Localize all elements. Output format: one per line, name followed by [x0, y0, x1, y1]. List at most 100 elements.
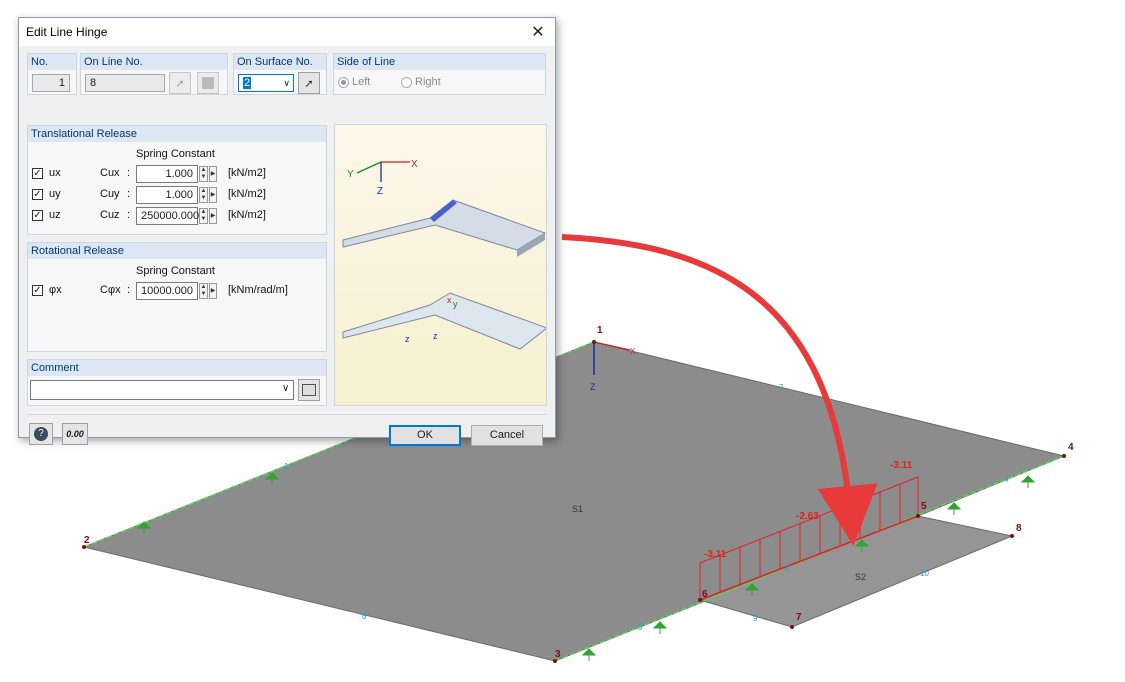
- fig-label-local-y: y: [453, 299, 458, 309]
- no-group: No. 1: [27, 53, 77, 95]
- fig-label-local-z2: z: [433, 331, 438, 341]
- surface-label-s2: S2: [855, 572, 866, 582]
- ux-checkbox[interactable]: ✓: [32, 168, 43, 179]
- cuy-spinner[interactable]: ▲ ▼: [199, 187, 208, 203]
- on-line-field[interactable]: 8: [85, 74, 165, 92]
- cuz-unit: [kN/m2]: [228, 209, 266, 221]
- hinge-value-left: -3.11: [704, 549, 727, 560]
- hinge-illustration: X Y Z x y z z: [334, 124, 549, 406]
- colon-label: :: [127, 209, 131, 221]
- line-label-3: 3: [638, 623, 643, 632]
- units-button[interactable]: 0.00: [62, 423, 88, 445]
- line-label-1: 1: [284, 462, 289, 471]
- on-surface-select[interactable]: 2 ∨: [238, 74, 294, 92]
- units-icon: 0.00: [66, 429, 84, 439]
- side-of-line-label: Side of Line: [334, 54, 545, 70]
- no-field: 1: [32, 74, 70, 92]
- pick-surface-button[interactable]: ➚: [298, 72, 320, 94]
- help-button[interactable]: ?: [29, 423, 53, 445]
- chevron-down-icon: ∨: [283, 78, 290, 88]
- help-icon: ?: [34, 427, 48, 441]
- right-radio[interactable]: [401, 77, 412, 88]
- cuz-input[interactable]: 250000.000: [136, 207, 199, 225]
- line-label-6: 6: [362, 612, 367, 621]
- rotational-release-label: Rotational Release: [28, 243, 326, 259]
- fig-label-z: Z: [377, 186, 383, 197]
- surface-label-s1: S1: [572, 504, 583, 514]
- library-icon: [302, 384, 316, 396]
- cuz-menu-button[interactable]: ▶: [209, 208, 217, 224]
- on-line-group: On Line No. 8 ➚: [80, 53, 228, 95]
- comment-input[interactable]: [30, 380, 294, 400]
- close-button[interactable]: ✕: [521, 18, 555, 46]
- no-label: No.: [28, 54, 76, 70]
- cux-spinner[interactable]: ▲ ▼: [199, 166, 208, 182]
- rotational-release-group: Rotational Release Spring Constant ✓ φx …: [27, 242, 327, 352]
- dialog-title: Edit Line Hinge: [26, 25, 108, 39]
- node-label-1: 1: [597, 325, 603, 336]
- node-label-4: 4: [1068, 442, 1074, 453]
- comment-library-button[interactable]: [298, 379, 320, 401]
- uz-checkbox[interactable]: ✓: [32, 210, 43, 221]
- axis-label-z: Z: [590, 382, 596, 392]
- fig-label-local-x: x: [447, 295, 452, 305]
- colon-label: :: [127, 284, 131, 296]
- line-label-4: 4: [1004, 475, 1009, 484]
- axis-label-x: X: [630, 347, 636, 356]
- cphix-spinner[interactable]: ▲ ▼: [199, 283, 208, 299]
- phix-label: φx: [49, 284, 62, 296]
- cursor-icon: ➚: [304, 77, 314, 90]
- uy-label: uy: [49, 188, 61, 200]
- node-label-3: 3: [555, 649, 561, 660]
- cphix-label: Cφx: [100, 284, 121, 296]
- on-surface-group: On Surface No. 2 ∨ ➚: [233, 53, 327, 95]
- hinge-value-mid: -2.63: [796, 511, 819, 522]
- uz-label: uz: [49, 209, 61, 221]
- colon-label: :: [127, 188, 131, 200]
- ok-button[interactable]: OK: [389, 425, 461, 446]
- node-label-8: 8: [1016, 523, 1022, 534]
- on-surface-label: On Surface No.: [234, 54, 326, 70]
- cursor-icon: ➚: [175, 77, 185, 90]
- on-line-label: On Line No.: [81, 54, 227, 70]
- cuz-label: Cuz: [100, 209, 120, 221]
- cphix-menu-button[interactable]: ▶: [209, 283, 217, 299]
- cux-menu-button[interactable]: ▶: [209, 166, 217, 182]
- chevron-down-icon: ∨: [282, 383, 290, 394]
- line-label-9: 9: [753, 614, 758, 623]
- ux-label: ux: [49, 167, 61, 179]
- colon-label: :: [127, 167, 131, 179]
- dialog-titlebar[interactable]: Edit Line Hinge ✕: [19, 18, 555, 46]
- spring-constant-label: Spring Constant: [136, 148, 215, 160]
- cphix-input[interactable]: 10000.000: [136, 282, 198, 300]
- cuy-menu-button[interactable]: ▶: [209, 187, 217, 203]
- translational-release-label: Translational Release: [28, 126, 326, 142]
- cuz-spinner[interactable]: ▲ ▼: [199, 208, 208, 224]
- left-radio[interactable]: [338, 77, 349, 88]
- rot-spring-constant-label: Spring Constant: [136, 265, 215, 277]
- dialog-separator: [27, 414, 547, 415]
- select-icon: [202, 77, 214, 89]
- cancel-button[interactable]: Cancel: [471, 425, 543, 446]
- line-label-8: 8: [785, 564, 790, 573]
- line-label-10: 10: [920, 569, 929, 578]
- cuy-input[interactable]: 1.000: [136, 186, 198, 204]
- hinge-value-right: -3.11: [890, 460, 913, 471]
- pick-line-button[interactable]: ➚: [169, 72, 191, 94]
- on-surface-value: 2: [243, 77, 252, 89]
- comment-group: Comment ∨: [27, 359, 327, 406]
- cuy-unit: [kN/m2]: [228, 188, 266, 200]
- select-line-button[interactable]: [197, 72, 219, 94]
- cux-input[interactable]: 1.000: [136, 165, 198, 183]
- line-label-7: 7: [779, 383, 784, 392]
- phix-checkbox[interactable]: ✓: [32, 285, 43, 296]
- left-radio-label: Left: [352, 76, 371, 88]
- cux-unit: [kN/m2]: [228, 167, 266, 179]
- uy-checkbox[interactable]: ✓: [32, 189, 43, 200]
- translational-release-group: Translational Release Spring Constant ✓ …: [27, 125, 327, 235]
- side-of-line-group: Side of Line Left Right: [333, 53, 546, 95]
- cuy-label: Cuy: [100, 188, 120, 200]
- node-label-5: 5: [921, 501, 927, 512]
- right-radio-label: Right: [415, 76, 441, 88]
- edit-line-hinge-dialog: Edit Line Hinge ✕ No. 1 On Line No. 8 ➚ …: [18, 17, 556, 446]
